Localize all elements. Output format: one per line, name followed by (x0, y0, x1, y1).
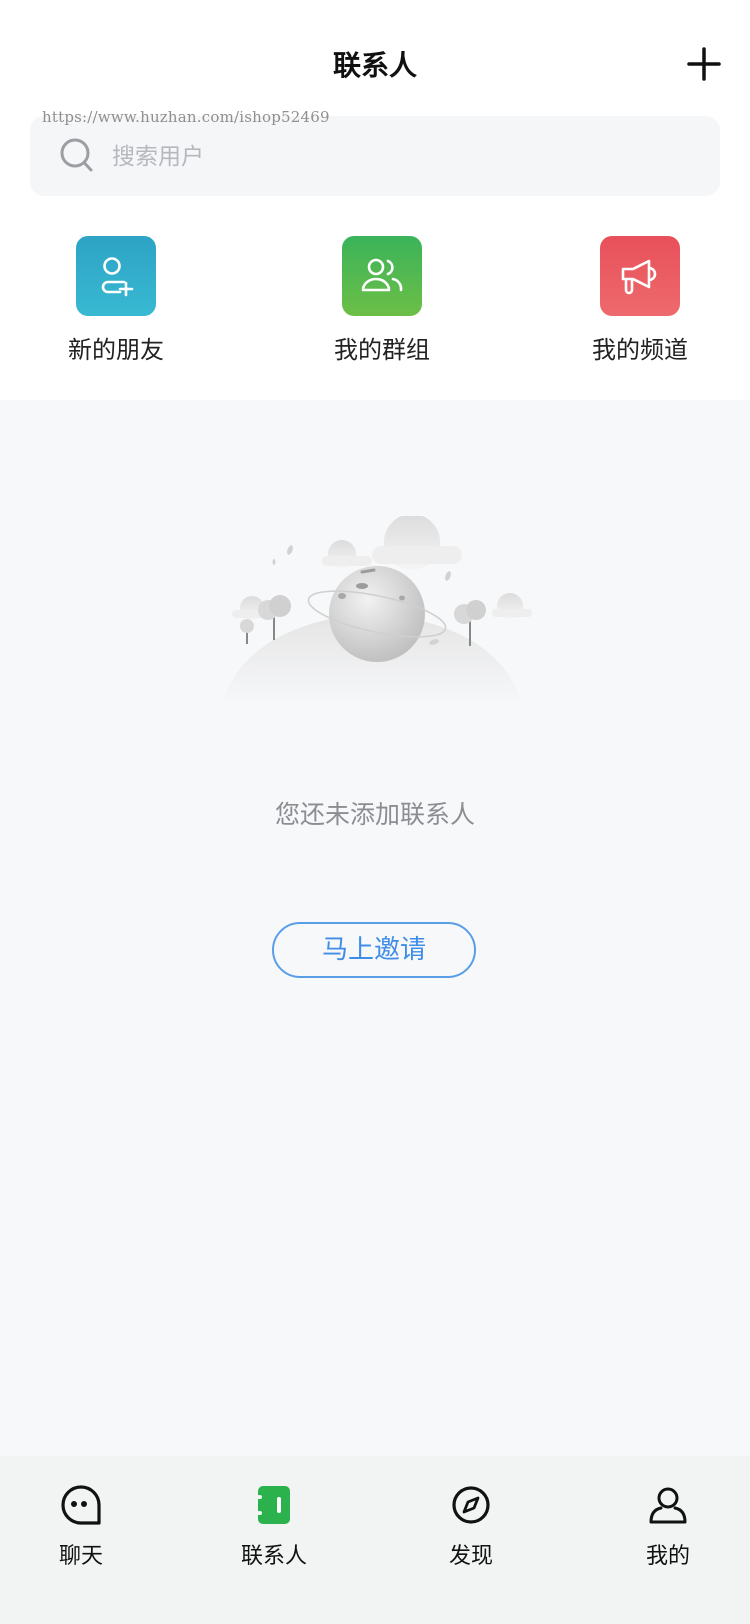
user-icon (649, 1487, 687, 1524)
search-icon (60, 138, 93, 172)
empty-state-message: 您还未添加联系人 (274, 800, 475, 829)
add-user-icon (101, 257, 134, 297)
plus-icon (687, 47, 721, 81)
my-channels-label: 我的频道 (592, 336, 688, 364)
tab-discover-label: 发现 (448, 1544, 493, 1569)
contacts-book-icon (256, 1486, 290, 1524)
new-friends-tile (76, 236, 156, 316)
new-friends-label: 新的朋友 (68, 336, 164, 364)
tab-chat[interactable]: 聊天 (21, 1484, 141, 1570)
megaphone-icon (621, 259, 657, 295)
search-bar[interactable] (30, 116, 720, 196)
search-input[interactable] (110, 132, 694, 182)
my-groups-shortcut[interactable]: 我的群组 (302, 236, 462, 365)
tab-me[interactable]: 我的 (608, 1484, 728, 1570)
planet-empty-illustration (222, 516, 532, 706)
tab-me-label: 我的 (645, 1544, 690, 1569)
bottom-tab-bar: 聊天 联系人 发现 我的 (0, 1456, 750, 1624)
chat-icon (61, 1485, 101, 1525)
new-friends-shortcut[interactable]: 新的朋友 (36, 236, 196, 365)
tab-contacts-label: 联系人 (240, 1544, 307, 1569)
tab-chat-label: 聊天 (58, 1544, 103, 1569)
add-contact-button[interactable] (686, 46, 722, 82)
page-title: 联系人 (332, 49, 417, 82)
my-channels-tile (600, 236, 680, 316)
watermark-text: https://www.huzhan.com/ishop52469 (42, 108, 330, 126)
tab-contacts[interactable]: 联系人 (214, 1484, 334, 1570)
invite-button[interactable]: 马上邀请 (272, 922, 476, 978)
my-groups-label: 我的群组 (334, 336, 430, 364)
group-icon (361, 258, 403, 292)
my-channels-shortcut[interactable]: 我的频道 (560, 236, 720, 365)
compass-icon (452, 1486, 490, 1524)
my-groups-tile (342, 236, 422, 316)
tab-discover[interactable]: 发现 (411, 1484, 531, 1570)
